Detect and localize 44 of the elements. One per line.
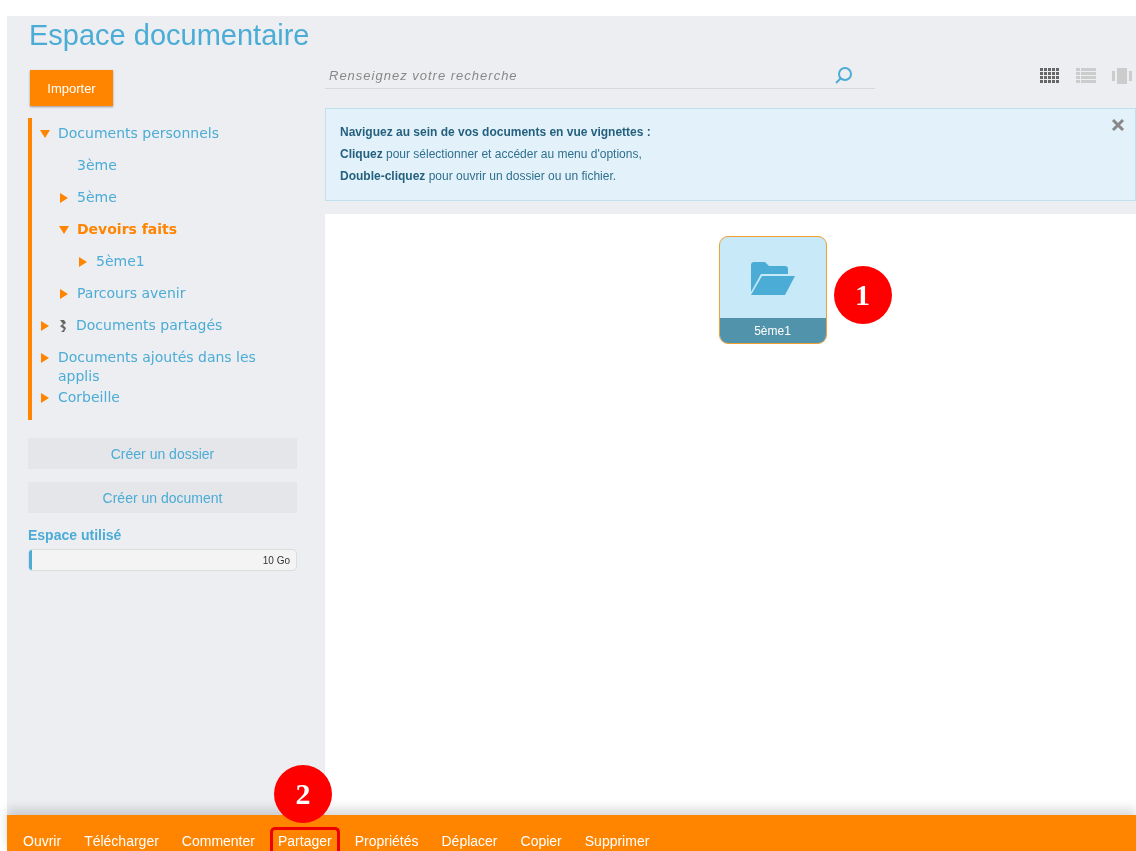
tree-item[interactable]: Documents partagés: [76, 316, 223, 335]
close-icon[interactable]: [1111, 118, 1125, 132]
tree-item[interactable]: Documents personnels: [58, 124, 219, 143]
info-text: Double-cliquez pour ouvrir un dossier ou un fichier.: [340, 168, 618, 185]
annotation-badge: 1: [833, 266, 892, 324]
caret-right-icon[interactable]: [59, 289, 69, 299]
page-title: Espace documentaire: [29, 18, 311, 53]
tree-item[interactable]: Corbeille: [58, 388, 120, 407]
caret-down-icon[interactable]: [40, 129, 50, 139]
info-text: Naviguez au sein de vos documents en vue vignettes :: [340, 124, 652, 141]
storage-reading: 10 Go: [262, 554, 290, 566]
tree-item[interactable]: Parcours avenir: [77, 284, 186, 303]
storage-label: Espace utilisé: [28, 527, 123, 543]
list-view-icon[interactable]: [1076, 68, 1096, 84]
caret-down-icon[interactable]: [59, 225, 69, 235]
grid-view-icon[interactable]: [1040, 68, 1060, 84]
folder-name: 5ème1: [719, 318, 826, 343]
tree-item[interactable]: 3ème: [77, 156, 117, 175]
action-button[interactable]: Propriétés: [346, 827, 427, 851]
action-button[interactable]: Déplacer: [433, 827, 506, 851]
import-button[interactable]: Importer: [30, 70, 113, 106]
create-button[interactable]: Créer un document: [28, 482, 297, 513]
action-button[interactable]: Ouvrir: [15, 827, 70, 851]
create-button[interactable]: Créer un dossier: [28, 438, 297, 469]
tree-item[interactable]: Documents ajoutés dans les applis: [58, 348, 258, 386]
tree-item[interactable]: 5ème1: [96, 252, 145, 271]
action-button[interactable]: Partager: [269, 827, 340, 851]
caret-right-icon[interactable]: [40, 393, 50, 403]
carousel-view-icon[interactable]: [1112, 68, 1132, 84]
action-button[interactable]: Télécharger: [76, 827, 167, 851]
caret-right-icon[interactable]: [59, 193, 69, 203]
info-text: Cliquez pour sélectionner et accéder au menu d'options,: [340, 146, 643, 163]
caret-right-icon[interactable]: [40, 353, 50, 363]
action-button[interactable]: Copier: [512, 827, 570, 851]
action-button[interactable]: Supprimer: [576, 827, 658, 851]
caret-right-icon[interactable]: [78, 257, 88, 267]
tree-item[interactable]: Devoirs faits: [77, 220, 178, 239]
tree-item[interactable]: 5ème: [77, 188, 117, 207]
share-icon: [58, 319, 68, 333]
search-field[interactable]: Renseignez votre recherche: [325, 63, 875, 89]
folder-icon: [750, 262, 795, 296]
caret-right-icon[interactable]: [40, 321, 50, 331]
action-button[interactable]: Commenter: [173, 827, 263, 851]
search-icon[interactable]: [835, 67, 853, 85]
